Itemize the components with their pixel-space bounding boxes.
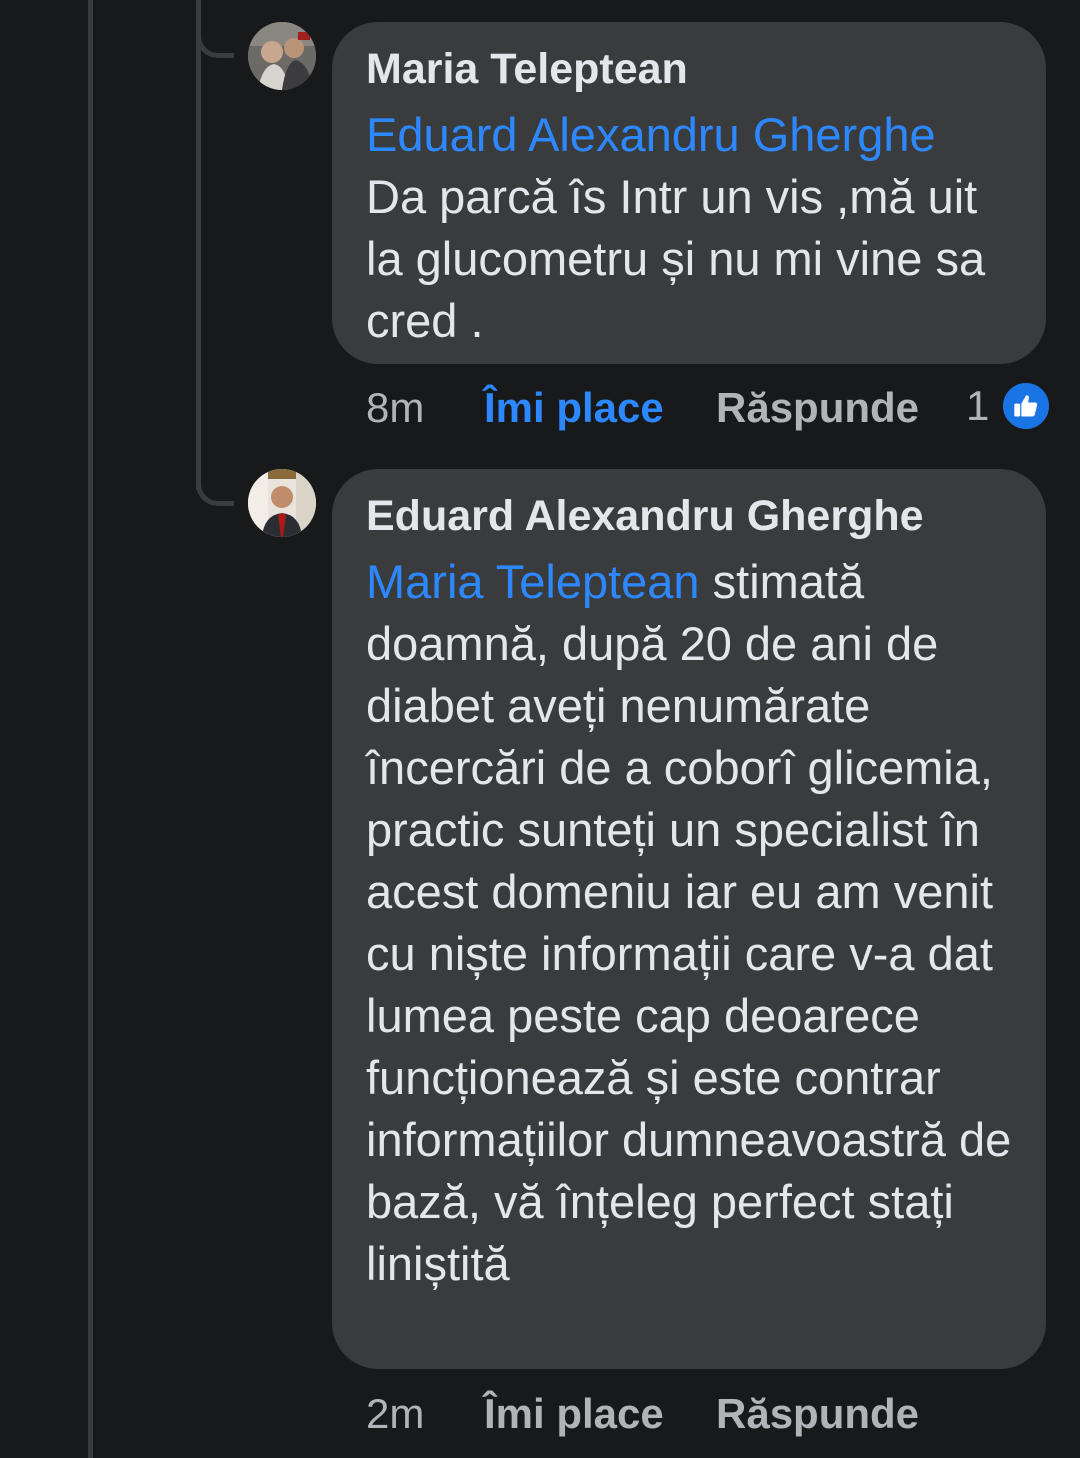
comment-bubble: Maria Teleptean Eduard Alexandru Gherghe… <box>332 22 1046 364</box>
comment-body: stimată doamnă, după 20 de ani de diabet… <box>366 555 1012 1290</box>
reply-button[interactable]: Răspunde <box>716 1384 919 1444</box>
mention-link[interactable]: Maria Teleptean <box>366 555 700 608</box>
reply-button[interactable]: Răspunde <box>716 378 919 438</box>
like-button[interactable]: Îmi place <box>484 378 664 438</box>
comment-author[interactable]: Maria Teleptean <box>366 42 1012 96</box>
comment-text: Eduard Alexandru Gherghe Da parcă îs Intr… <box>366 104 1012 352</box>
reply-connector <box>196 28 234 58</box>
comment-author[interactable]: Eduard Alexandru Gherghe <box>366 489 1012 543</box>
comment-timestamp[interactable]: 8m <box>366 378 424 438</box>
thread-line-outer <box>88 0 93 1458</box>
avatar[interactable] <box>248 22 316 90</box>
thumbs-up-icon <box>1000 380 1052 432</box>
avatar[interactable] <box>248 469 316 537</box>
reaction-count: 1 <box>966 382 990 429</box>
comment-timestamp[interactable]: 2m <box>366 1384 424 1444</box>
reply-connector <box>196 476 234 506</box>
comment-text: Maria Teleptean stimată doamnă, după 20 … <box>366 551 1012 1295</box>
like-button[interactable]: Îmi place <box>484 1384 664 1444</box>
reaction-summary[interactable]: 1 <box>966 378 1052 438</box>
mention-link[interactable]: Eduard Alexandru Gherghe <box>366 108 936 161</box>
thread-line-inner <box>196 0 201 490</box>
comment-body: Da parcă îs Intr un vis ,mă uit la gluco… <box>366 170 986 347</box>
comment-bubble: Eduard Alexandru Gherghe Maria Teleptean… <box>332 469 1046 1369</box>
